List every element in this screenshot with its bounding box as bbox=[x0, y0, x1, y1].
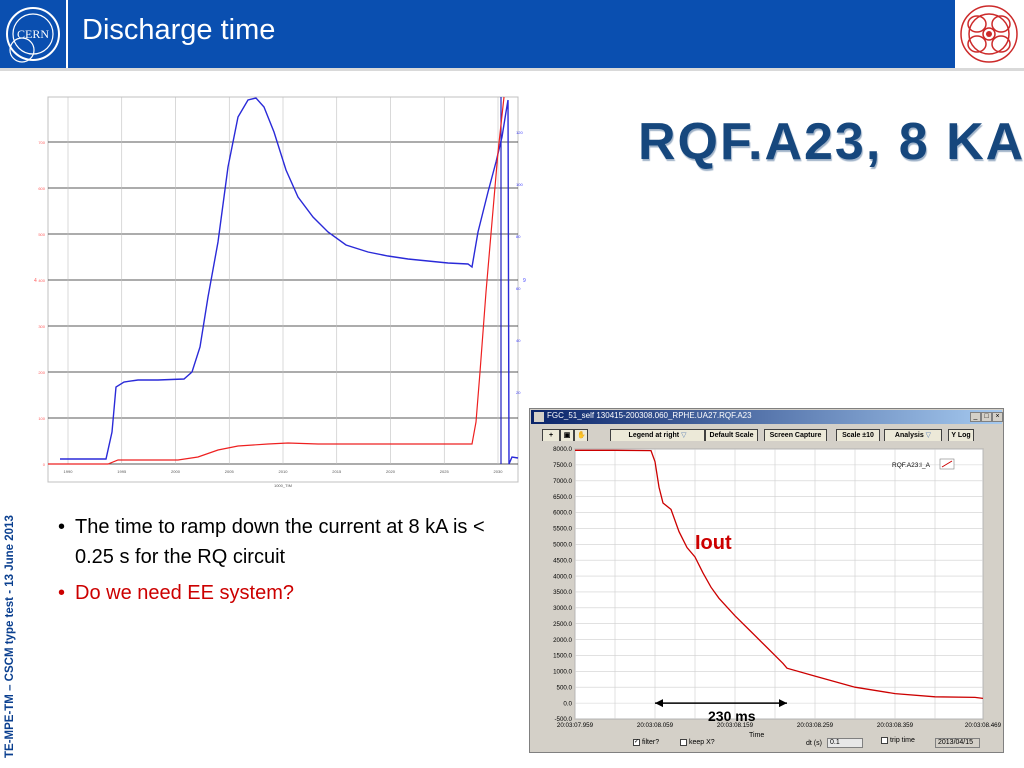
y-tick-label: 500.0 bbox=[557, 684, 573, 691]
right-y-tick-label: 20 bbox=[516, 390, 521, 395]
y-tick-label: 6500.0 bbox=[553, 494, 572, 501]
left-x-tick-label: 1990 bbox=[64, 469, 74, 474]
y-tick-label: 3000.0 bbox=[553, 605, 572, 612]
y-tick-label: 4500.0 bbox=[553, 557, 572, 564]
page-title: Discharge time bbox=[82, 14, 276, 46]
circuit-title: RQF.A23, 8 KA bbox=[638, 113, 1024, 171]
right-y-tick-label: 100 bbox=[516, 182, 523, 187]
y-tick-label: 2500.0 bbox=[553, 621, 572, 628]
left-x-tick-label: 2020 bbox=[386, 469, 396, 474]
analysis-dropdown-label: Analysis bbox=[894, 432, 924, 439]
y-tick-label: 7500.0 bbox=[553, 462, 572, 469]
cern-logo-text: CERN bbox=[17, 27, 49, 41]
keep-x-checkbox[interactable] bbox=[680, 739, 687, 746]
legend-dropdown-label: Legend at right bbox=[628, 432, 680, 439]
left-x-tick-label: 1995 bbox=[117, 469, 127, 474]
left-y-tick-label: 600 bbox=[38, 186, 45, 191]
chevron-down-icon: ▽ bbox=[681, 432, 687, 439]
y-tick-label: 4000.0 bbox=[553, 573, 572, 580]
y-tick-label: 5500.0 bbox=[553, 526, 572, 533]
left-x-tick-label: 2005 bbox=[225, 469, 235, 474]
y-tick-label: 8000.0 bbox=[553, 446, 572, 453]
right-y-tick-label: 60 bbox=[516, 286, 521, 291]
keep-x-label: keep X? bbox=[689, 739, 715, 746]
x-tick-label: 20:03:07.959 bbox=[557, 722, 594, 729]
left-y-tick-label: 100 bbox=[38, 416, 45, 421]
trip-time-checkbox[interactable] bbox=[881, 737, 888, 744]
y-tick-label: 3500.0 bbox=[553, 589, 572, 596]
y-tick-label: 2000.0 bbox=[553, 637, 572, 644]
y-tick-label: 1500.0 bbox=[553, 653, 572, 660]
maximize-icon[interactable]: □ bbox=[981, 412, 992, 422]
bullet-dot-icon: • bbox=[58, 582, 66, 604]
right-axis-label: 9 bbox=[523, 278, 526, 284]
time-axis-label: Time bbox=[749, 732, 765, 739]
window-titlebar[interactable]: FGC_51_self 130415-200308.060_RPHE.UA27.… bbox=[531, 410, 1003, 424]
right-y-tick-label: 40 bbox=[516, 338, 521, 343]
x-tick-label: 20:03:08.359 bbox=[877, 722, 914, 729]
y-tick-label: 6000.0 bbox=[553, 510, 572, 517]
left-x-tick-label: 2000 bbox=[171, 469, 181, 474]
left-x-tick-label: 2015 bbox=[332, 469, 342, 474]
filter-label: filter? bbox=[642, 739, 660, 746]
left-y-tick-label: 300 bbox=[38, 324, 45, 329]
accelerator-logo bbox=[955, 0, 1024, 68]
iout-annotation: Iout bbox=[695, 532, 732, 554]
x-tick-label: 20:03:08.469 bbox=[965, 722, 1002, 729]
left-x-tick-label: 2010 bbox=[279, 469, 289, 474]
bullet-list: • The time to ramp down the current at 8 … bbox=[58, 512, 508, 614]
bullet-item: • Do we need EE system? bbox=[58, 578, 508, 608]
date-field: 2013/04/15 bbox=[935, 738, 980, 748]
x-tick-label: 20:03:08.059 bbox=[637, 722, 674, 729]
legend-series-label: RQF.A23:I_A bbox=[892, 462, 931, 469]
x-tick-label: 20:03:08.259 bbox=[797, 722, 834, 729]
footer-side-text: TE-MPE-TM – CSCM type test - 13 June 201… bbox=[4, 515, 16, 758]
trip-time-label: trip time bbox=[890, 737, 915, 744]
right-y-tick-label: 120 bbox=[516, 130, 523, 135]
left-y-tick-label: 500 bbox=[38, 232, 45, 237]
close-icon[interactable]: × bbox=[992, 412, 1003, 422]
left-y-tick-label: 400 bbox=[38, 278, 45, 283]
cern-logo: CERN bbox=[0, 0, 68, 68]
duration-annotation: 230 ms bbox=[708, 708, 756, 724]
window-title: FGC_51_self 130415-200308.060_RPHE.UA27.… bbox=[547, 411, 752, 420]
y-tick-label: 0.0 bbox=[563, 700, 572, 707]
bullet-text: The time to ramp down the current at 8 k… bbox=[75, 516, 485, 568]
left-x-tick-label: 2030 bbox=[494, 469, 504, 474]
dt-label: dt (s) bbox=[806, 740, 822, 747]
bullet-dot-icon: • bbox=[58, 516, 66, 538]
y-tick-label: 5000.0 bbox=[553, 541, 572, 548]
y-tick-label: 7000.0 bbox=[553, 478, 572, 485]
filter-checkbox[interactable]: ✓ bbox=[633, 739, 640, 746]
app-icon bbox=[534, 412, 544, 422]
left-y-tick-label: 200 bbox=[38, 370, 45, 375]
left-x-tick-label: 2025 bbox=[440, 469, 450, 474]
dt-input[interactable]: 0.1 bbox=[827, 738, 863, 748]
left-y-tick-label: 700 bbox=[38, 140, 45, 145]
header-divider bbox=[0, 68, 1024, 71]
fgc-viewer-window[interactable]: FGC_51_self 130415-200308.060_RPHE.UA27.… bbox=[529, 408, 1004, 753]
chevron-down-icon: ▽ bbox=[925, 432, 932, 439]
minimize-icon[interactable]: _ bbox=[970, 412, 981, 422]
left-xlabel: 1000_TIM bbox=[274, 483, 292, 488]
y-tick-label: 1000.0 bbox=[553, 669, 572, 676]
bullet-text: Do we need EE system? bbox=[75, 582, 294, 604]
bullet-item: • The time to ramp down the current at 8 … bbox=[58, 512, 508, 572]
left-axis-label: 4 bbox=[34, 278, 37, 284]
current-plot[interactable]: 8000.0 7500.0 7000.0 6500.0 6000.0 5500.0 5000… bbox=[530, 441, 1003, 746]
discharge-scope-plot: 0 100 200 300 400 500 600 700 20 40 60 80 100 120 19… bbox=[28, 92, 528, 497]
right-y-tick-label: 80 bbox=[516, 234, 521, 239]
